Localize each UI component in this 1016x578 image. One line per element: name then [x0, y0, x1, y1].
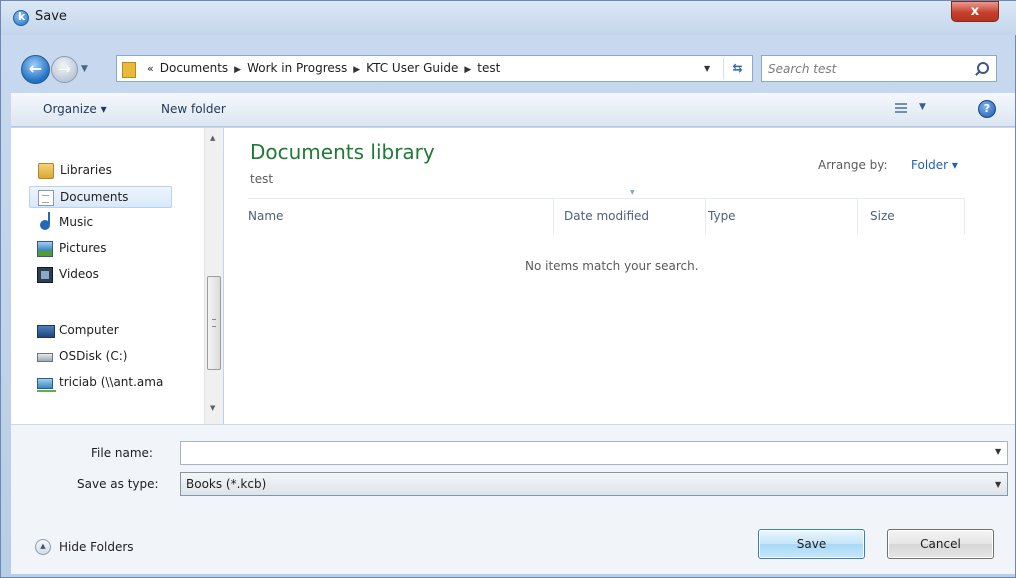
save-as-type-label: Save as type:: [77, 477, 159, 491]
breadcrumb-item[interactable]: test: [477, 61, 500, 75]
hide-folders-label: Hide Folders: [59, 540, 134, 554]
file-name-input[interactable]: [184, 445, 984, 461]
new-folder-button[interactable]: New folder: [161, 102, 226, 116]
column-header-type[interactable]: Type: [706, 198, 858, 234]
breadcrumb-arrow-icon[interactable]: ▶: [234, 65, 241, 75]
address-bar[interactable]: « Documents ▶ Work in Progress ▶ KTC User Gui…: [116, 55, 753, 82]
scroll-up-icon[interactable]: ▲: [210, 134, 215, 142]
address-dropdown-icon[interactable]: ▼: [704, 64, 710, 73]
navigation-pane: Libraries Documents Music Pictures Video…: [11, 128, 223, 424]
nav-item-pictures[interactable]: Pictures: [37, 238, 187, 260]
pictures-icon: [37, 241, 53, 257]
breadcrumb-overflow[interactable]: «: [147, 62, 154, 75]
chevron-down-icon[interactable]: ▼: [995, 447, 1001, 456]
refresh-button[interactable]: ⇆: [723, 58, 751, 79]
window-title: Save: [35, 9, 67, 24]
help-button[interactable]: ?: [978, 100, 996, 118]
nav-item-music[interactable]: Music: [37, 212, 187, 234]
organize-button[interactable]: Organize ▾: [43, 102, 107, 116]
nav-item-osdisk[interactable]: OSDisk (C:): [37, 346, 187, 368]
column-label: Name: [248, 209, 284, 223]
nav-item-label: Music: [59, 215, 94, 229]
cancel-button[interactable]: Cancel: [887, 529, 994, 559]
search-input[interactable]: [768, 60, 968, 78]
libraries-icon: [38, 163, 54, 179]
disk-icon: [37, 353, 53, 362]
nav-item-label: OSDisk (C:): [59, 349, 128, 363]
computer-icon: [37, 325, 55, 338]
music-icon: [40, 212, 50, 230]
recent-pages-dropdown-icon[interactable]: ▼: [81, 64, 88, 74]
file-name-combo[interactable]: ▼: [180, 441, 1008, 465]
column-label: Date modified: [564, 209, 650, 223]
chevron-down-icon: ▼: [995, 480, 1002, 489]
save-form: File name: ▼ Save as type: Books (*.kcb)…: [11, 424, 1015, 574]
nav-item-label: Computer: [59, 323, 119, 337]
back-button[interactable]: ←: [21, 55, 50, 84]
save-as-type-value: Books (*.kcb): [186, 477, 267, 491]
title-bar: Save x: [1, 1, 1016, 35]
save-dialog: Save x ← → ▼ « Documents ▶ Work in Progress…: [0, 0, 1016, 578]
nav-item-label: Pictures: [59, 241, 107, 255]
column-label: Size: [870, 209, 895, 223]
library-subtitle: test: [250, 172, 274, 186]
scrollbar-thumb[interactable]: [207, 276, 221, 370]
breadcrumb-item[interactable]: KTC User Guide: [366, 61, 458, 75]
close-button[interactable]: x: [951, 1, 999, 22]
breadcrumb-arrow-icon[interactable]: ▶: [353, 65, 360, 75]
save-button[interactable]: Save: [758, 529, 865, 559]
scroll-down-icon[interactable]: ▼: [210, 404, 215, 412]
nav-item-videos[interactable]: Videos: [37, 264, 187, 286]
save-as-type-select[interactable]: Books (*.kcb) ▼: [180, 472, 1008, 496]
column-header-size[interactable]: Size: [858, 198, 965, 234]
sort-indicator-icon: ▼: [630, 189, 635, 196]
change-view-button[interactable]: ▼: [895, 101, 937, 119]
search-icon[interactable]: [974, 61, 992, 77]
forward-button[interactable]: →: [51, 56, 78, 83]
chevron-down-icon: ▼: [919, 102, 926, 112]
folder-icon: [120, 60, 138, 78]
breadcrumb-item[interactable]: Documents: [160, 61, 228, 75]
library-title: Documents library: [250, 140, 435, 164]
nav-item-computer[interactable]: Computer: [37, 320, 187, 342]
view-list-icon: [895, 103, 907, 115]
documents-icon: [38, 190, 54, 206]
breadcrumb: « Documents ▶ Work in Progress ▶ KTC User Gui…: [147, 61, 500, 75]
network-drive-icon: [37, 378, 56, 392]
nav-item-libraries[interactable]: Libraries: [38, 160, 188, 182]
file-list-pane: Documents library test Arrange by: Folde…: [224, 128, 1015, 424]
file-name-label: File name:: [91, 446, 153, 460]
column-label: Type: [708, 209, 736, 223]
command-bar: Organize ▾ New folder ▼ ?: [11, 93, 1015, 127]
column-header-name[interactable]: Name: [248, 198, 554, 234]
nav-item-label: triciab (\\ant.ama: [59, 375, 164, 389]
nav-scrollbar[interactable]: ▲ ▼: [204, 128, 223, 424]
breadcrumb-item[interactable]: Work in Progress: [247, 61, 347, 75]
nav-item-network-drive[interactable]: triciab (\\ant.ama: [37, 372, 203, 394]
address-row: ← → ▼ « Documents ▶ Work in Progress ▶ KTC Us…: [1, 35, 1016, 93]
nav-item-label: Documents: [60, 190, 129, 204]
arrange-by-dropdown[interactable]: Folder ▾: [911, 158, 958, 172]
app-icon: [13, 10, 29, 26]
nav-item-label: Videos: [59, 267, 99, 281]
empty-message: No items match your search.: [525, 259, 699, 273]
videos-icon: [37, 267, 53, 283]
search-box[interactable]: [761, 55, 997, 82]
arrange-by-label: Arrange by:: [818, 158, 888, 172]
nav-item-label: Libraries: [60, 163, 112, 177]
breadcrumb-arrow-icon[interactable]: ▶: [464, 65, 471, 75]
chevron-up-icon: ▲: [35, 539, 51, 555]
column-header-date-modified[interactable]: Date modified: [554, 198, 706, 234]
nav-item-documents[interactable]: Documents: [29, 186, 172, 208]
